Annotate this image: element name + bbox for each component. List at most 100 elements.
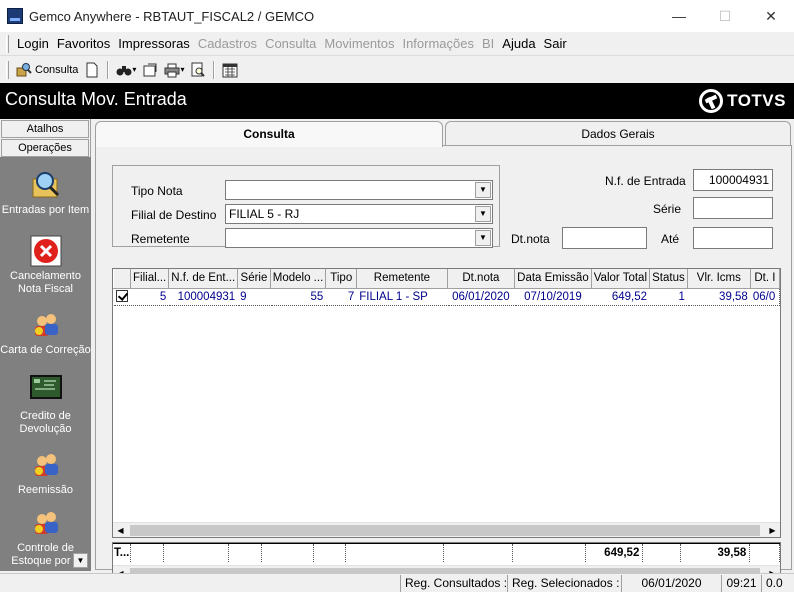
row-checkbox-cell[interactable] [113, 287, 131, 306]
column-header[interactable]: Tipo [325, 269, 358, 289]
column-header[interactable]: Dt. I [750, 269, 780, 289]
grid-header-row: Filial... N.f. de Ent... Série Modelo ..… [113, 269, 780, 289]
chevron-down-icon[interactable]: ▼ [475, 182, 491, 198]
menu-consulta[interactable]: Consulta [261, 36, 320, 51]
menu-favoritos[interactable]: Favoritos [53, 36, 114, 51]
sidebar-panel: Entradas por Item Cancelamento Nota Fisc… [0, 157, 91, 571]
preview-icon [190, 62, 206, 78]
calendar-button[interactable] [219, 59, 241, 80]
column-header[interactable]: Modelo ... [270, 269, 327, 289]
scroll-left-icon[interactable]: ◀ [113, 523, 128, 537]
status-reg-consultados: Reg. Consultados : 1 [400, 575, 507, 592]
people-icon [30, 449, 62, 481]
cell-nf: 100004931 [168, 287, 239, 306]
column-header[interactable]: Data Emissão [514, 269, 592, 289]
totals-empty-cell [642, 543, 681, 562]
tab-consulta[interactable]: Consulta [95, 121, 443, 147]
column-header[interactable]: Valor Total [591, 269, 651, 289]
close-button[interactable]: ✕ [748, 0, 794, 32]
minimize-button[interactable]: — [656, 0, 702, 32]
totals-empty-cell [313, 543, 347, 562]
column-header[interactable]: Dt.nota [447, 269, 516, 289]
nf-entrada-label: N.f. de Entrada [605, 174, 686, 188]
cell-status: 1 [649, 287, 688, 306]
status-reg-selecionados: Reg. Selecionados : 1 [507, 575, 621, 592]
scrollbar-thumb[interactable] [130, 525, 760, 536]
sidebar-item-carta-correcao[interactable]: Carta de Correção [0, 309, 91, 357]
column-header[interactable] [113, 269, 131, 289]
column-header[interactable]: Série [237, 269, 271, 289]
toolbar-separator-2 [213, 60, 216, 79]
totals-empty-cell [749, 543, 780, 562]
column-header[interactable]: Remetente [356, 269, 448, 289]
menu-login[interactable]: Login [13, 36, 53, 51]
scroll-right-icon[interactable]: ▶ [765, 523, 780, 537]
ate-field[interactable] [693, 227, 773, 249]
consulta-button-label: Consulta [35, 63, 79, 76]
menu-sair[interactable]: Sair [540, 36, 571, 51]
menu-impressoras[interactable]: Impressoras [114, 36, 194, 51]
tab-dados-gerais[interactable]: Dados Gerais [445, 121, 791, 145]
column-header[interactable]: N.f. de Ent... [168, 269, 239, 289]
sidebar-item-label: Cancelamento Nota Fiscal [10, 270, 81, 295]
chevron-down-icon[interactable]: ▼ [475, 206, 491, 222]
serie-field[interactable] [693, 197, 773, 219]
sidebar-item-credito-devolucao[interactable]: Credito de Devolução [0, 375, 91, 436]
column-header[interactable]: Filial... [130, 269, 170, 289]
sidebar-item-entradas-por-item[interactable]: Entradas por Item [0, 169, 91, 217]
preview-button[interactable] [187, 59, 209, 80]
totals-label: T... [113, 543, 132, 562]
consulta-button[interactable]: Consulta [13, 59, 81, 80]
results-table: Filial... N.f. de Ent... Série Modelo ..… [113, 269, 780, 306]
menu-movimentos[interactable]: Movimentos [320, 36, 398, 51]
totvs-logo: TOTVS [699, 89, 786, 113]
sidebar-item-reemissao[interactable]: Reemissão [0, 449, 91, 497]
sidebar-tab-operacoes[interactable]: Operações [1, 139, 89, 157]
remetente-combo[interactable]: ▼ [225, 228, 493, 248]
cell-filial: 5 [129, 287, 170, 306]
find-dropdown-icon: ▾ [132, 65, 137, 74]
serie-label: Série [653, 202, 682, 216]
find-button[interactable]: ▾ [113, 59, 139, 80]
totals-empty-cell [163, 543, 229, 562]
window-controls: — ☐ ✕ [656, 0, 794, 32]
printer-icon [164, 62, 180, 78]
filial-destino-combo[interactable]: FILIAL 5 - RJ ▼ [225, 204, 493, 224]
sidebar-scroll-down-button[interactable]: ▼ [73, 553, 88, 568]
export-icon [142, 62, 158, 78]
nf-entrada-field[interactable]: 100004931 [693, 169, 773, 191]
print-button[interactable]: ▾ [161, 59, 187, 80]
grid-horizontal-scrollbar[interactable]: ◀ ▶ [113, 522, 780, 537]
menu-bar: Login Favoritos Impressoras Cadastros Co… [0, 32, 794, 56]
menu-cadastros[interactable]: Cadastros [194, 36, 261, 51]
filial-destino-value: FILIAL 5 - RJ [229, 207, 300, 221]
column-header[interactable]: Vlr. Icms [687, 269, 751, 289]
column-header[interactable]: Status [649, 269, 688, 289]
menu-ajuda[interactable]: Ajuda [498, 36, 539, 51]
tipo-nota-label: Tipo Nota [131, 184, 183, 198]
totals-empty-cell [130, 543, 164, 562]
dtnota-field[interactable] [562, 227, 647, 249]
table-row[interactable]: 5 100004931 9 55 7 FILIAL 1 - SP 06/01/2… [113, 287, 780, 306]
tipo-nota-combo[interactable]: ▼ [225, 180, 493, 200]
maximize-button[interactable]: ☐ [702, 0, 748, 32]
status-time: 09:21 [721, 575, 761, 592]
menu-bi[interactable]: BI [478, 36, 498, 51]
row-checkbox[interactable] [116, 290, 128, 303]
sidebar-tab-atalhos[interactable]: Atalhos [1, 120, 89, 138]
totals-empty-cell [261, 543, 314, 562]
new-document-button[interactable] [81, 59, 103, 80]
sidebar-item-label: Credito de Devolução [19, 410, 72, 435]
sidebar: Atalhos Operações Entradas por Item Canc… [0, 119, 91, 571]
new-document-icon [84, 62, 100, 78]
menu-informacoes[interactable]: Informações [398, 36, 478, 51]
sidebar-item-label: Reemissão [17, 484, 74, 496]
totvs-logo-icon [699, 89, 724, 113]
filial-destino-label: Filial de Destino [131, 208, 217, 222]
chevron-down-icon[interactable]: ▼ [475, 230, 491, 246]
menu-grip [6, 34, 9, 53]
export-button[interactable] [139, 59, 161, 80]
toolbar-separator [107, 60, 110, 79]
totals-empty-cell [345, 543, 444, 562]
sidebar-item-cancelamento[interactable]: Cancelamento Nota Fiscal [0, 235, 91, 296]
